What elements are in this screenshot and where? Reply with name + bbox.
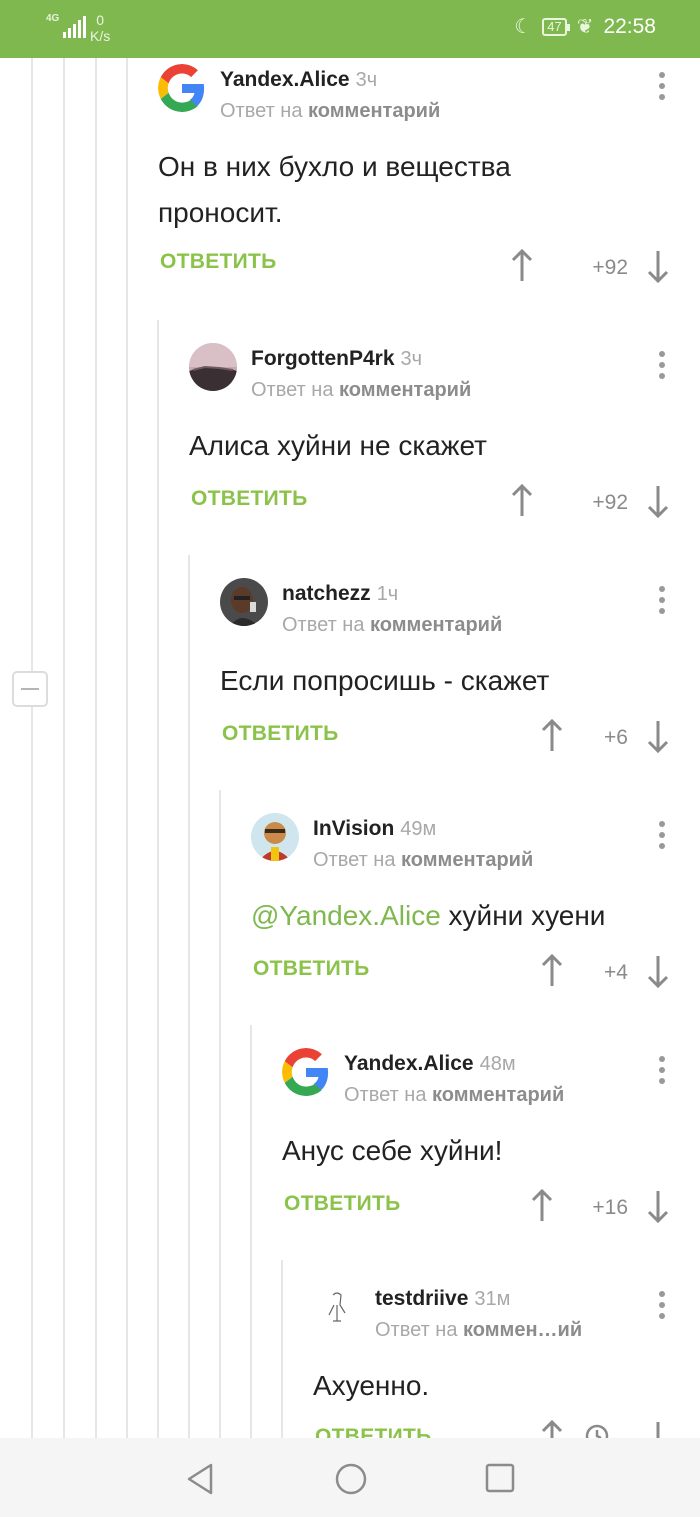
vote-controls: +16 xyxy=(530,1188,670,1228)
reply-to[interactable]: Ответ на коммен…ий xyxy=(375,1319,582,1342)
comment-author[interactable]: InVision 49м xyxy=(313,817,436,841)
downvote-icon[interactable] xyxy=(646,1419,670,1438)
comment-text: Алиса хуйни не скажет xyxy=(189,430,487,461)
score: +92 xyxy=(592,256,628,279)
upvote-icon[interactable] xyxy=(510,483,534,519)
thread-line[interactable] xyxy=(219,790,221,1438)
comment-time: 3ч xyxy=(400,348,423,370)
network-type: 4G xyxy=(46,13,60,24)
recent-apps-icon[interactable] xyxy=(484,1462,516,1499)
comment-author[interactable]: testdriive 31м xyxy=(375,1287,510,1311)
comment-time: 48м xyxy=(479,1053,516,1075)
cartoon-avatar[interactable] xyxy=(251,813,299,861)
thread-line[interactable] xyxy=(188,555,190,1438)
sketch-avatar[interactable] xyxy=(313,1283,361,1331)
reply-to[interactable]: Ответ на комментарий xyxy=(251,379,471,402)
downvote-icon[interactable] xyxy=(646,248,670,284)
comment: Yandex.Alice 3ч Ответ на комментарий Он в… xyxy=(158,64,700,294)
comment-author[interactable]: ForgottenP4rk 3ч xyxy=(251,347,422,371)
clock-icon xyxy=(584,1423,610,1438)
comment-text: Анус себе хуйни! xyxy=(282,1135,503,1166)
battery-icon: 47 xyxy=(542,17,571,36)
signal-bars-icon xyxy=(63,16,87,38)
reply-to[interactable]: Ответ на комментарий xyxy=(220,100,440,123)
more-options-icon[interactable] xyxy=(658,586,666,616)
status-bar: 4G 0 K/s ☾ 47 ❦ 22:58 xyxy=(0,0,700,58)
comment-text: @Yandex.Alice хуйни хуени xyxy=(251,893,671,939)
comment-text: Если попросишь - скажет xyxy=(220,665,550,696)
thread-line[interactable] xyxy=(250,1025,252,1438)
comment-author[interactable]: natchezz 1ч xyxy=(282,582,398,606)
signal-indicator: 4G xyxy=(46,13,87,38)
reply-to[interactable]: Ответ на комментарий xyxy=(282,614,502,637)
thread-line[interactable] xyxy=(95,58,97,1438)
score: +6 xyxy=(604,726,628,749)
person-avatar[interactable] xyxy=(220,578,268,626)
comment: natchezz 1ч Ответ на комментарий Если поп… xyxy=(220,578,700,768)
thread-line[interactable] xyxy=(157,320,159,1438)
reply-button[interactable]: ОТВЕТИТЬ xyxy=(222,722,339,746)
landscape-avatar[interactable] xyxy=(189,343,237,391)
comment-time: 1ч xyxy=(376,583,399,605)
home-icon[interactable] xyxy=(334,1462,368,1501)
comment-author[interactable]: Yandex.Alice 3ч xyxy=(220,68,377,92)
collapse-thread-button[interactable] xyxy=(12,671,48,707)
reply-button[interactable]: ОТВЕТИТЬ xyxy=(284,1192,401,1216)
google-g-icon[interactable] xyxy=(282,1048,330,1096)
comment-time: 3ч xyxy=(355,69,378,91)
comment-author[interactable]: Yandex.Alice 48м xyxy=(344,1052,516,1076)
downvote-icon[interactable] xyxy=(646,953,670,989)
vote-controls: +92 xyxy=(510,248,670,288)
downvote-icon[interactable] xyxy=(646,483,670,519)
more-options-icon[interactable] xyxy=(658,1056,666,1086)
vote-controls xyxy=(540,1419,670,1438)
comment-body: хуйни хуени xyxy=(440,900,606,931)
vote-controls: +92 xyxy=(510,483,670,523)
downvote-icon[interactable] xyxy=(646,1188,670,1224)
network-speed: 0 K/s xyxy=(90,12,110,44)
more-options-icon[interactable] xyxy=(658,1291,666,1321)
leaf-icon: ❦ xyxy=(576,16,594,38)
upvote-icon[interactable] xyxy=(540,953,564,989)
comment: Yandex.Alice 48м Ответ на комментарий Ану… xyxy=(282,1048,700,1238)
comment-text: Ахуенно. xyxy=(313,1370,430,1401)
speed-value: 0 xyxy=(96,12,105,28)
reply-to[interactable]: Ответ на комментарий xyxy=(313,849,533,872)
upvote-icon[interactable] xyxy=(530,1188,554,1224)
reply-button[interactable]: ОТВЕТИТЬ xyxy=(191,487,308,511)
score: +92 xyxy=(592,491,628,514)
back-icon[interactable] xyxy=(184,1462,216,1501)
more-options-icon[interactable] xyxy=(658,351,666,381)
speed-unit: K/s xyxy=(90,28,111,44)
comment-time: 49м xyxy=(400,818,437,840)
thread-line[interactable] xyxy=(126,58,128,1438)
upvote-icon[interactable] xyxy=(510,248,534,284)
upvote-icon[interactable] xyxy=(540,1419,564,1438)
comment-text: Он в них бухло и вещества проносит. xyxy=(158,151,511,228)
comment: testdriive 31м Ответ на коммен…ий Ахуенно… xyxy=(313,1283,700,1438)
clock: 22:58 xyxy=(603,14,656,38)
reply-to[interactable]: Ответ на комментарий xyxy=(344,1084,564,1107)
comment-time: 31м xyxy=(474,1288,511,1310)
mention-link[interactable]: @Yandex.Alice xyxy=(251,900,441,931)
score: +4 xyxy=(604,961,628,984)
more-options-icon[interactable] xyxy=(658,821,666,851)
moon-icon: ☾ xyxy=(514,16,533,38)
thread-line[interactable] xyxy=(281,1260,283,1438)
google-g-icon[interactable] xyxy=(158,64,206,112)
upvote-icon[interactable] xyxy=(540,718,564,754)
comment: ForgottenP4rk 3ч Ответ на комментарий Али… xyxy=(189,343,700,533)
more-options-icon[interactable] xyxy=(658,72,666,102)
vote-controls: +6 xyxy=(540,718,670,758)
thread-line[interactable] xyxy=(31,58,33,1438)
thread-line[interactable] xyxy=(63,58,65,1438)
score: +16 xyxy=(592,1196,628,1219)
reply-button[interactable]: ОТВЕТИТЬ xyxy=(253,957,370,981)
system-navigation-bar xyxy=(0,1438,700,1517)
downvote-icon[interactable] xyxy=(646,718,670,754)
reply-button[interactable]: ОТВЕТИТЬ xyxy=(315,1425,432,1438)
reply-button[interactable]: ОТВЕТИТЬ xyxy=(160,250,277,274)
vote-controls: +4 xyxy=(540,953,670,993)
comment: InVision 49м Ответ на комментарий @Yandex… xyxy=(251,813,700,1003)
